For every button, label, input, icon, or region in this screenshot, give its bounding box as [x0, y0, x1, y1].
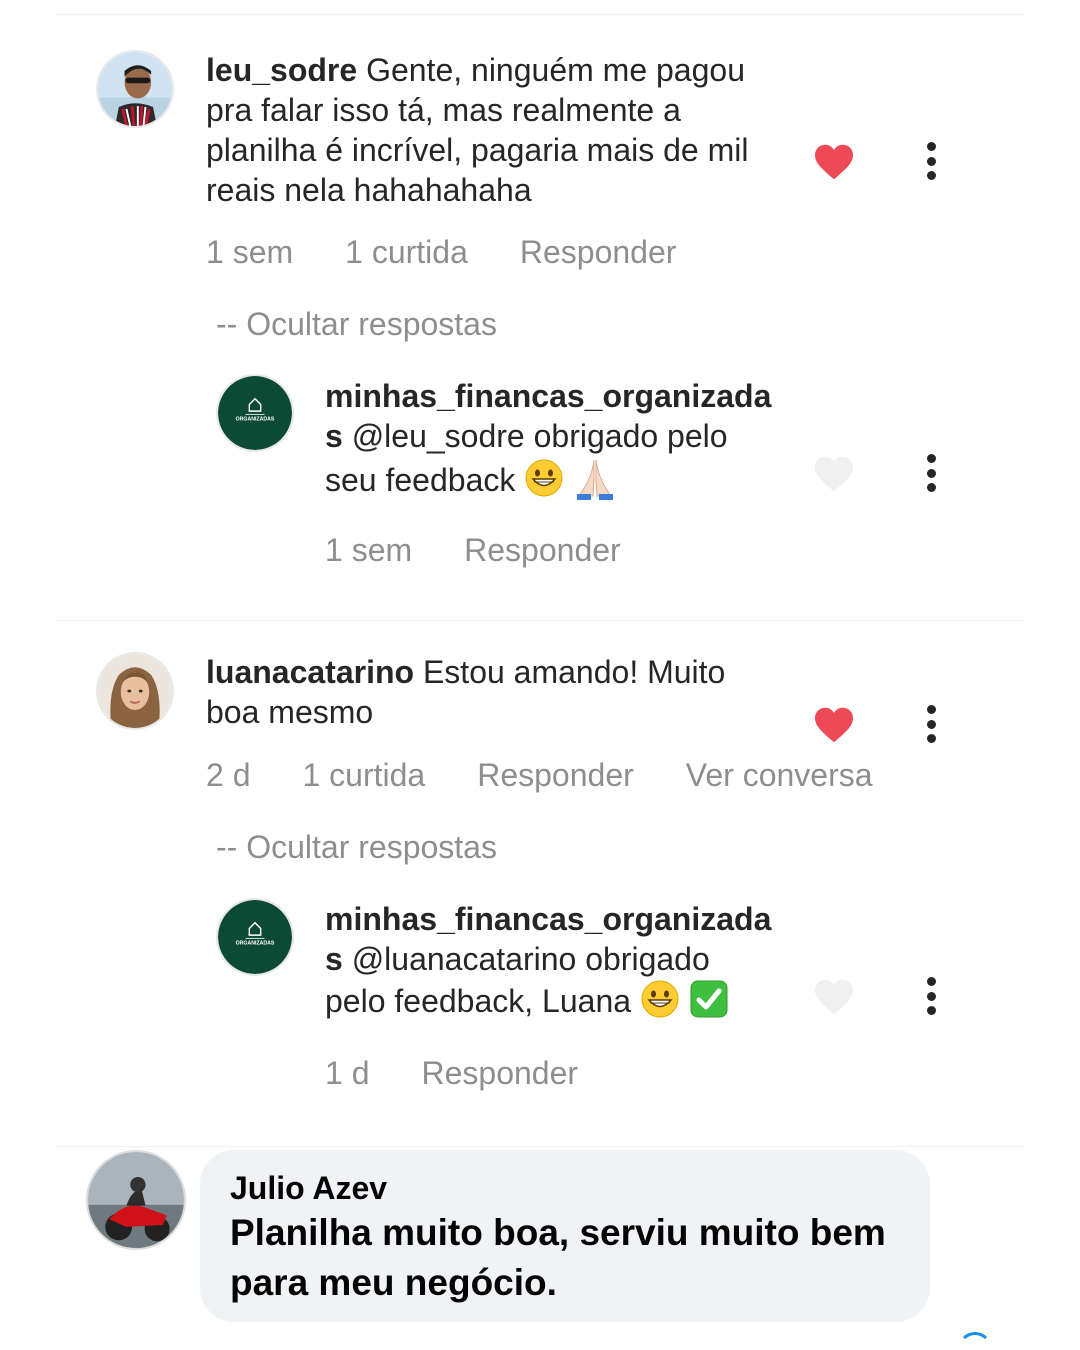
- reply-text-minhas-financas: minhas_financas_organizadas @luanacatari…: [325, 899, 775, 1028]
- heart-icon[interactable]: [813, 706, 855, 744]
- avatar-minhas-financas[interactable]: ORGANIZADAS: [216, 898, 294, 976]
- reply-meta: 1 sem Responder: [325, 530, 673, 570]
- comment-username[interactable]: luanacatarino: [206, 654, 414, 690]
- avatar-luanacatarino[interactable]: [96, 652, 174, 730]
- more-options-icon[interactable]: [924, 977, 938, 1015]
- comment-meta: 2 d 1 curtida Responder Ver conversa: [206, 755, 925, 795]
- grinning-face-icon: [524, 458, 564, 507]
- comment-bubble: Julio Azev Planilha muito boa, serviu mu…: [200, 1150, 930, 1322]
- reply-button[interactable]: Responder: [520, 232, 677, 272]
- comment-body: Planilha muito boa, serviu muito bem par…: [230, 1212, 886, 1303]
- heart-outline-icon[interactable]: [813, 455, 855, 493]
- avatar-leu-sodre[interactable]: [96, 50, 174, 128]
- reply-button[interactable]: Responder: [464, 530, 621, 570]
- reply-text-minhas-financas: minhas_financas_organizadas @leu_sodre o…: [325, 376, 775, 509]
- logo-text: ORGANIZADAS: [236, 417, 275, 423]
- heart-outline-icon[interactable]: [813, 978, 855, 1016]
- comment-divider: [56, 620, 1024, 621]
- heart-icon[interactable]: [813, 143, 855, 181]
- comment-time: 2 d: [206, 757, 251, 793]
- like-count[interactable]: 1 curtida: [302, 755, 425, 795]
- reply-meta: 1 d Responder: [325, 1053, 630, 1093]
- hide-replies-button[interactable]: -- Ocultar respostas: [216, 827, 497, 867]
- more-options-icon[interactable]: [924, 454, 938, 492]
- view-conversation-button[interactable]: Ver conversa: [686, 755, 873, 795]
- comment-text-luanacatarino: luanacatarino Estou amando! Muito boa me…: [206, 652, 786, 732]
- folded-hands-icon: [573, 456, 617, 509]
- avatar-minhas-financas[interactable]: ORGANIZADAS: [216, 374, 294, 452]
- check-mark-button-icon: [689, 979, 729, 1028]
- hide-replies-button[interactable]: -- Ocultar respostas: [216, 304, 497, 344]
- reply-button[interactable]: Responder: [477, 755, 634, 795]
- comment-username[interactable]: leu_sodre: [206, 52, 357, 88]
- avatar-julio-azev[interactable]: [86, 1150, 186, 1250]
- comment-text-leu-sodre: leu_sodre Gente, ninguém me pagou pra fa…: [206, 50, 786, 210]
- grinning-face-icon: [640, 979, 680, 1028]
- reply-button[interactable]: Responder: [421, 1053, 578, 1093]
- logo-text: ORGANIZADAS: [236, 941, 275, 947]
- more-options-icon[interactable]: [924, 142, 938, 180]
- comment-meta: 1 sem 1 curtida Responder: [206, 232, 728, 272]
- comment-time: 1 sem: [206, 234, 294, 270]
- top-divider: [56, 14, 1024, 15]
- section-divider: [56, 1146, 1024, 1147]
- partial-icon: [958, 1332, 992, 1350]
- more-options-icon[interactable]: [924, 705, 938, 743]
- commenter-name[interactable]: Julio Azev: [230, 1168, 900, 1208]
- like-count[interactable]: 1 curtida: [345, 232, 468, 272]
- comment-time: 1 d: [325, 1055, 370, 1091]
- comment-time: 1 sem: [325, 532, 413, 568]
